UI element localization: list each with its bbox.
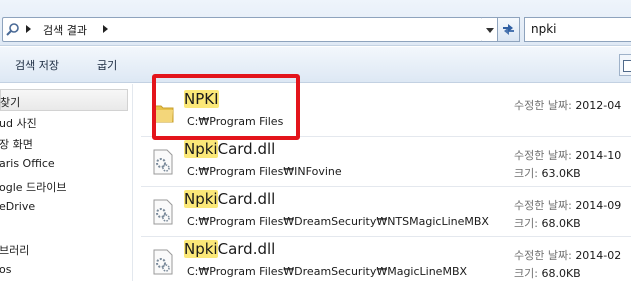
dll-file-icon <box>153 149 173 175</box>
result-name-highlight: Npki <box>184 240 218 258</box>
folder-icon <box>152 105 174 123</box>
address-bar[interactable]: 검색 결과 <box>2 17 483 42</box>
result-size: 크기: 68.0KB <box>514 267 581 280</box>
burn-button[interactable]: 굽기 <box>97 57 117 73</box>
result-item[interactable]: NpkiCard.dll C:₩Program Files₩INFovine 수… <box>141 137 631 187</box>
nav-item-cloud-photos[interactable]: ud 사진 <box>0 111 128 133</box>
address-bar-row: 검색 결과 npki <box>0 0 631 46</box>
result-name-highlight: NPKI <box>184 90 219 108</box>
pane-divider[interactable] <box>132 84 133 281</box>
search-results-list: NPKI C:₩Program Files 수정한 날짜: 2012-04 Np… <box>141 84 631 281</box>
result-item[interactable]: NPKI C:₩Program Files 수정한 날짜: 2012-04 <box>141 87 631 137</box>
result-modified: 수정한 날짜: 2012-04 <box>514 99 622 112</box>
navigation-pane: 찾기 ud 사진 장 화면 aris Office ogle 드라이브 eDri… <box>0 84 132 281</box>
nav-item-search[interactable]: 찾기 <box>0 89 128 111</box>
refresh-icon <box>503 24 514 35</box>
search-query-text: npki <box>531 22 557 36</box>
save-search-button[interactable]: 검색 저장 <box>15 57 59 73</box>
nav-item-google-drive[interactable]: ogle 드라이브 <box>0 175 128 197</box>
result-modified: 수정한 날짜: 2014-09 <box>514 199 622 212</box>
result-item[interactable]: NpkiCard.dll C:₩Program Files₩DreamSecur… <box>141 237 631 281</box>
result-item[interactable]: NpkiCard.dll C:₩Program Files₩DreamSecur… <box>141 187 631 237</box>
result-size: 크기: 68.0KB <box>514 217 581 230</box>
breadcrumb[interactable]: 검색 결과 <box>43 22 87 38</box>
nav-item-libraries[interactable]: 브러리 <box>0 238 128 260</box>
refresh-button[interactable] <box>497 17 520 42</box>
result-size: 크기: 63.0KB <box>514 167 581 180</box>
result-path: C:₩Program Files₩DreamSecurity₩MagicLine… <box>187 265 468 278</box>
address-dropdown-button[interactable] <box>482 17 498 42</box>
search-folder-icon <box>6 23 19 36</box>
result-path: C:₩Program Files₩INFovine <box>187 165 342 178</box>
result-path: C:₩Program Files <box>187 115 284 128</box>
result-name: NpkiCard.dll <box>184 240 276 258</box>
chevron-down-icon <box>486 28 494 33</box>
result-path: C:₩Program Files₩DreamSecurity₩NTSMagicL… <box>187 215 489 228</box>
search-input[interactable]: npki <box>524 17 631 42</box>
preview-pane-button[interactable] <box>619 54 631 76</box>
breadcrumb-separator-icon[interactable] <box>26 25 31 33</box>
breadcrumb-separator-icon[interactable] <box>103 25 108 33</box>
nav-item-onedrive[interactable]: eDrive <box>0 196 128 218</box>
result-modified: 수정한 날짜: 2014-10 <box>514 149 622 162</box>
result-modified: 수정한 날짜: 2014-02 <box>514 249 622 262</box>
command-toolbar: 검색 저장 굽기 <box>0 47 631 83</box>
nav-item-polaris-office[interactable]: aris Office <box>0 153 128 175</box>
dll-file-icon <box>153 249 173 275</box>
dll-file-icon <box>153 199 173 225</box>
nav-item-videos[interactable]: os <box>0 259 128 281</box>
result-name: NpkiCard.dll <box>184 190 276 208</box>
result-name-highlight: Npki <box>184 190 218 208</box>
result-name: NpkiCard.dll <box>184 140 276 158</box>
result-name: NPKI <box>184 90 219 108</box>
result-name-highlight: Npki <box>184 140 218 158</box>
nav-item-desktop[interactable]: 장 화면 <box>0 132 128 154</box>
